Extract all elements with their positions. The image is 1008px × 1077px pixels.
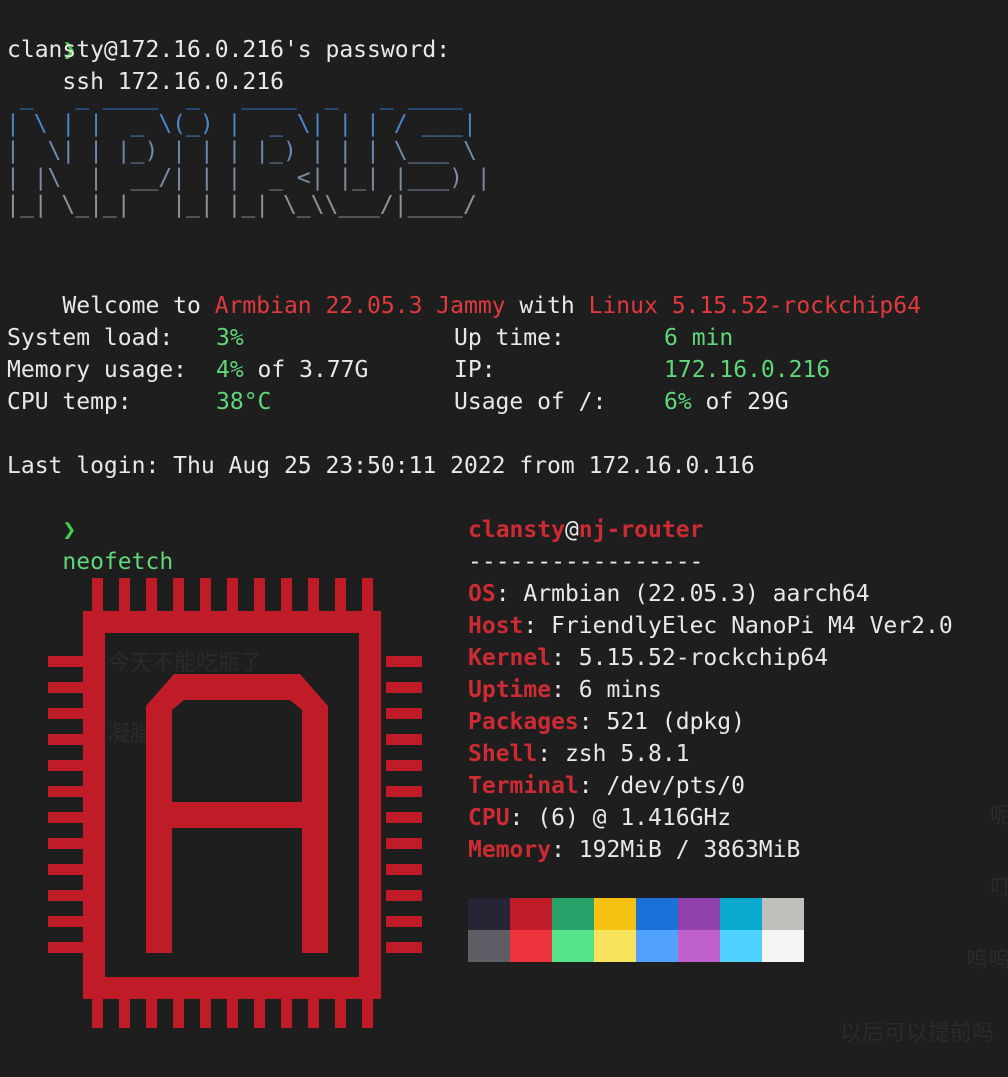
neofetch-field-memory: Memory: 192MiB / 3863MiB	[468, 834, 800, 866]
neofetch-field-key: Shell	[468, 741, 538, 767]
stat-memory-usage-value-group: 4% of 3.77G	[216, 354, 368, 386]
neofetch-field-value: 5.15.52-rockchip64	[578, 645, 829, 671]
stat-ip-value: 172.16.0.216	[664, 357, 831, 383]
banner-line: |_| \_|_| |_| |_| \_\\___/|____/	[6, 192, 491, 218]
neofetch-field-key: Memory	[468, 837, 552, 863]
neofetch-field-key: OS	[468, 581, 496, 607]
armbian-chip-logo-icon	[48, 578, 422, 1028]
background-text-3: 以后可以提前吗	[840, 1021, 995, 1046]
neofetch-field-value: 192MiB / 3863MiB	[578, 837, 801, 863]
stat-usage-root-label: Usage of /:	[454, 389, 607, 415]
stat-up-time-label: Up time:	[454, 325, 565, 351]
neofetch-field-key: Terminal	[468, 773, 579, 799]
palette-bright-swatch	[678, 930, 720, 962]
neofetch-field-cpu: CPU: (6) @ 1.416GHz	[468, 802, 731, 834]
neofetch-at: @	[564, 517, 579, 543]
palette-dark-swatch	[762, 898, 804, 930]
neofetch-field-colon: :	[551, 837, 579, 863]
neofetch-field-key: Packages	[468, 709, 579, 735]
password-prompt: clansty@172.16.0.216's password:	[7, 37, 451, 63]
banner-line: | \ | | _ \(_) | _ \| | | / ___|	[6, 111, 491, 137]
stat-usage-root-suffix: of 29G	[691, 389, 789, 415]
ssh-command-line: ❯ ssh 172.16.0.216	[7, 2, 284, 95]
palette-dark-swatch	[552, 898, 594, 930]
neofetch-user-host: clansty@nj-router	[468, 514, 703, 546]
neofetch-field-kernel: Kernel: 5.15.52-rockchip64	[468, 642, 828, 674]
stat-memory-usage-value: 4%	[216, 357, 244, 383]
neofetch-field-colon: :	[578, 709, 607, 735]
neofetch-field-key: Kernel	[468, 645, 552, 671]
background-text-5: 叮	[990, 876, 1008, 901]
background-text-4: 呜呜	[966, 948, 1008, 973]
neofetch-field-terminal: Terminal: /dev/pts/0	[468, 770, 745, 802]
neofetch-field-key: CPU	[468, 805, 510, 831]
palette-dark-swatch	[594, 898, 636, 930]
stat-usage-root-value-group: 6% of 29G	[664, 386, 789, 418]
neofetch-field-key: Uptime	[468, 677, 552, 703]
neofetch-field-colon: :	[537, 741, 565, 767]
neofetch-field-value: /dev/pts/0	[606, 773, 745, 799]
neofetch-field-os: OS: Armbian (22.05.3) aarch64	[468, 578, 870, 610]
stat-memory-usage-suffix: of 3.77G	[243, 357, 369, 383]
last-login-line: Last login: Thu Aug 25 23:50:11 2022 fro…	[7, 453, 755, 479]
palette-dark-swatch	[678, 898, 720, 930]
palette-bright-swatch	[720, 930, 762, 962]
npirus-ascii-banner: _ _ ____ _ ____ _ _ ____ | \ | | _ \(_) …	[6, 84, 491, 219]
neofetch-command: neofetch	[62, 549, 174, 575]
banner-line: | \| | |_) | | | |_) | | | \___ \	[6, 138, 491, 164]
palette-dark-swatch	[468, 898, 510, 930]
banner-line: _ _ ____ _ ____ _ _ ____	[6, 84, 491, 110]
stat-system-load-value: 3%	[216, 325, 244, 351]
stat-up-time-value: 6 min	[664, 325, 734, 351]
welcome-middle: with	[505, 293, 589, 319]
color-palette-dark	[468, 898, 804, 930]
palette-dark-swatch	[636, 898, 678, 930]
neofetch-user: clansty	[468, 517, 565, 543]
neofetch-separator: -----------------	[468, 549, 704, 575]
palette-bright-swatch	[762, 930, 804, 962]
palette-bright-swatch	[510, 930, 552, 962]
neofetch-field-colon: :	[551, 645, 579, 671]
welcome-distro: Armbian 22.05.3 Jammy	[214, 293, 506, 319]
neofetch-field-colon: :	[578, 773, 607, 799]
stat-system-load-label: System load:	[7, 325, 174, 351]
neofetch-field-value: Armbian (22.05.3) aarch64	[523, 581, 870, 607]
neofetch-field-colon: :	[551, 677, 579, 703]
palette-bright-swatch	[468, 930, 510, 962]
welcome-prefix: Welcome to	[62, 293, 215, 319]
neofetch-field-value: FriendlyElec NanoPi M4 Ver2.0	[551, 613, 953, 639]
welcome-line: Welcome to Armbian 22.05.3 Jammy with Li…	[7, 258, 921, 319]
welcome-kernel: Linux 5.15.52-rockchip64	[588, 293, 921, 319]
prompt-chevron-icon: ❯	[62, 517, 77, 543]
stat-usage-root-value: 6%	[664, 389, 692, 415]
stat-cpu-temp-label: CPU temp:	[7, 389, 132, 415]
banner-line: | |\ | __/| | | _ <| |_| |___) |	[6, 165, 491, 191]
neofetch-field-colon: :	[495, 581, 524, 607]
neofetch-field-key: Host	[468, 613, 524, 639]
neofetch-field-packages: Packages: 521 (dpkg)	[468, 706, 745, 738]
neofetch-field-shell: Shell: zsh 5.8.1	[468, 738, 690, 770]
terminal-window[interactable]: 今天不能吃瓶了 凝脂 以后可以提前吗 呜呜 叮 呢 ❯ ssh 172.16.0…	[0, 0, 1008, 1077]
neofetch-field-colon: :	[523, 613, 552, 639]
palette-bright-swatch	[552, 930, 594, 962]
color-palette-bright	[468, 930, 804, 962]
palette-bright-swatch	[594, 930, 636, 962]
neofetch-host: nj-router	[578, 517, 704, 543]
palette-bright-swatch	[636, 930, 678, 962]
stat-memory-usage-label: Memory usage:	[7, 357, 188, 383]
stat-ip-label: IP:	[454, 357, 496, 383]
neofetch-field-uptime: Uptime: 6 mins	[468, 674, 662, 706]
background-text-6: 呢	[990, 804, 1008, 829]
neofetch-field-colon: :	[509, 805, 538, 831]
stat-cpu-temp-value: 38°C	[216, 389, 272, 415]
neofetch-field-value: zsh 5.8.1	[564, 741, 690, 767]
neofetch-field-host: Host: FriendlyElec NanoPi M4 Ver2.0	[468, 610, 953, 642]
neofetch-command-line: ❯ neofetch	[7, 482, 173, 575]
palette-dark-swatch	[510, 898, 552, 930]
neofetch-field-value: (6) @ 1.416GHz	[537, 805, 732, 831]
palette-dark-swatch	[720, 898, 762, 930]
neofetch-field-value: 521 (dpkg)	[606, 709, 745, 735]
neofetch-field-value: 6 mins	[578, 677, 662, 703]
